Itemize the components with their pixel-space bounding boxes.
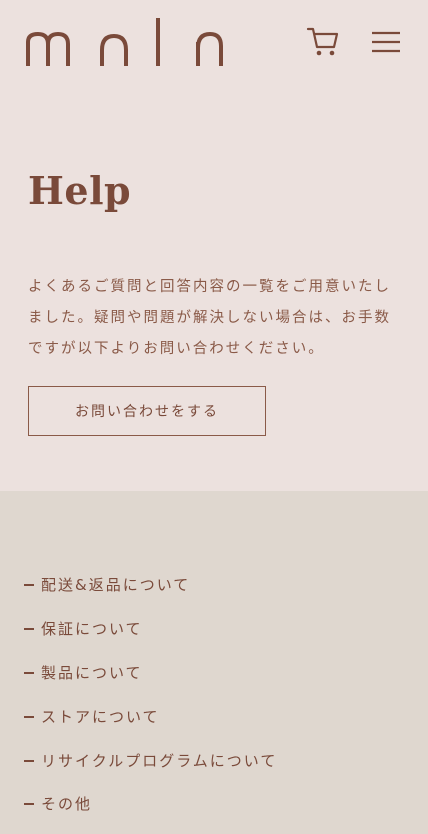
faq-item-shipping-returns[interactable]: 配送&返品について xyxy=(24,574,190,595)
intro-line: ました。疑問や問題が解決しない場合は、お手数 xyxy=(28,310,391,326)
cart-button[interactable] xyxy=(306,26,340,58)
intro-line: よくあるご質問と回答内容の一覧をご用意いたし xyxy=(28,279,391,295)
dash-icon xyxy=(24,671,34,674)
faq-section: 配送&返品について 保証について 製品について ストアについて リサイクルプログ… xyxy=(0,491,428,834)
faq-item-store[interactable]: ストアについて xyxy=(24,706,160,727)
menu-button[interactable] xyxy=(370,30,402,54)
faq-item-warranty[interactable]: 保証について xyxy=(24,618,143,639)
logo[interactable] xyxy=(24,14,226,74)
faq-item-other[interactable]: その他 xyxy=(24,793,92,814)
page-title: Help xyxy=(28,168,132,213)
faq-item-label: ストアについて xyxy=(41,708,160,726)
faq-item-label: その他 xyxy=(41,795,93,813)
site-header xyxy=(0,0,428,90)
faq-item-label: 製品について xyxy=(41,664,143,682)
dash-icon xyxy=(24,627,34,630)
moln-logo-icon xyxy=(26,18,223,66)
intro-text: よくあるご質問と回答内容の一覧をご用意いたし ました。疑問や問題が解決しない場合… xyxy=(28,272,403,365)
dash-icon xyxy=(24,583,34,586)
faq-item-label: 保証について xyxy=(41,620,143,638)
hero-section: Help よくあるご質問と回答内容の一覧をご用意いたし ました。疑問や問題が解決… xyxy=(0,0,428,491)
contact-button[interactable]: お問い合わせをする xyxy=(28,386,266,436)
cart-icon xyxy=(306,27,339,56)
dash-icon xyxy=(24,715,34,718)
faq-item-recycle-program[interactable]: リサイクルプログラムについて xyxy=(24,750,277,771)
faq-item-label: リサイクルプログラムについて xyxy=(41,752,278,770)
dash-icon xyxy=(24,759,34,762)
faq-item-products[interactable]: 製品について xyxy=(24,662,143,683)
dash-icon xyxy=(24,802,34,805)
hamburger-menu-icon xyxy=(372,31,400,53)
faq-item-label: 配送&返品について xyxy=(41,576,191,594)
intro-line: ですが以下よりお問い合わせください。 xyxy=(28,341,325,357)
